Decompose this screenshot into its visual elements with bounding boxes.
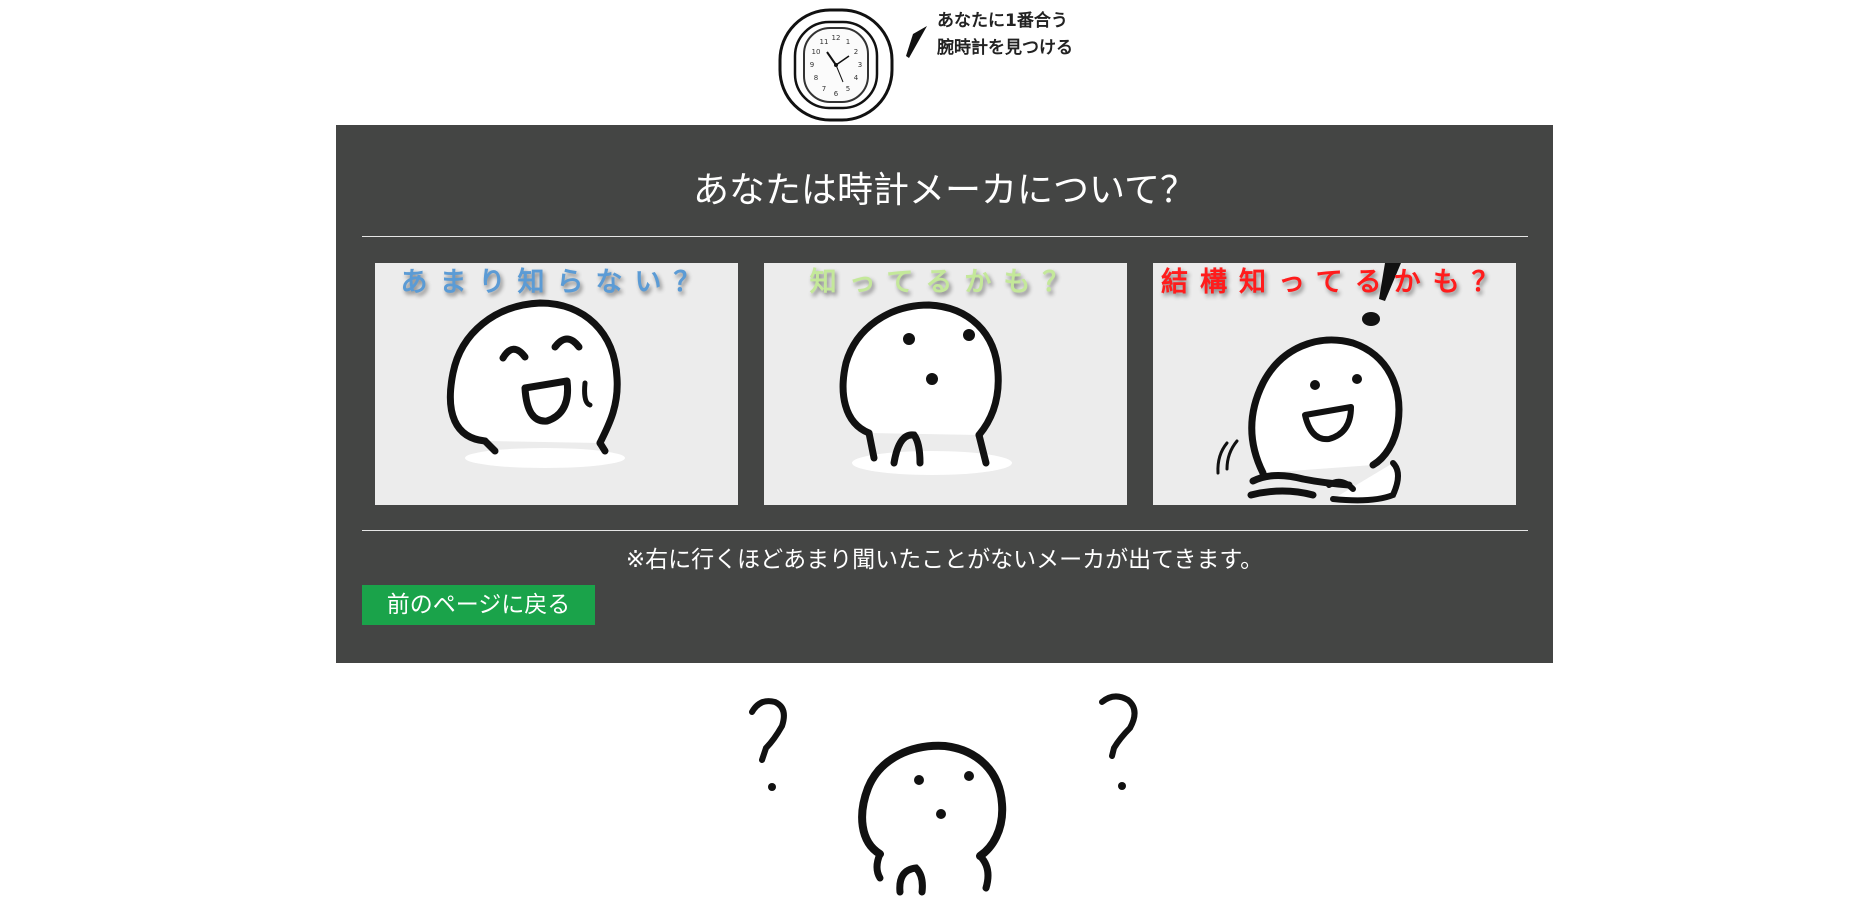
divider-bottom bbox=[362, 530, 1528, 531]
clock-numeral-10: 10 bbox=[812, 48, 821, 56]
option-cards: あまり知らない？ 知ってるかも？ 結構知ってるかも？ bbox=[375, 263, 1517, 505]
maker-knowledge-panel: あなたは時計メーカについて？ あまり知らない？ 知ってるかも？ 結構知ってるかも… bbox=[336, 125, 1553, 663]
option-card-very-familiar[interactable]: 結構知ってるかも？ bbox=[1153, 263, 1516, 505]
clock-numeral-1: 1 bbox=[846, 38, 850, 46]
logo-tagline: あなたに1番合う 腕時計を見つける bbox=[937, 8, 1073, 62]
option-label-not-familiar: あまり知らない？ bbox=[400, 267, 713, 298]
clock-numeral-4: 4 bbox=[854, 74, 859, 82]
page: 12 1 2 3 4 5 6 7 8 9 10 11 あなたに1番合う 腕時計を… bbox=[0, 0, 1862, 921]
logo-tagline-line-2: 腕時計を見つける bbox=[937, 38, 1073, 58]
clock-numeral-7: 7 bbox=[822, 85, 826, 93]
page-title: あなたは時計メーカについて？ bbox=[693, 170, 1196, 211]
clock-numeral-9: 9 bbox=[810, 61, 814, 69]
clock-numeral-8: 8 bbox=[814, 74, 818, 82]
site-logo[interactable]: 12 1 2 3 4 5 6 7 8 9 10 11 あなたに1番合う 腕時計を… bbox=[777, 6, 1107, 124]
divider-top bbox=[362, 236, 1528, 237]
maker-order-note: ※右に行くほどあまり聞いたことがないメーカが出てきます。 bbox=[625, 547, 1264, 573]
option-label-very-familiar: 結構知ってるかも？ bbox=[1161, 267, 1511, 298]
clock-numeral-6: 6 bbox=[834, 90, 839, 98]
option-card-not-familiar[interactable]: あまり知らない？ bbox=[375, 263, 738, 505]
back-button[interactable]: 前のページに戻る bbox=[362, 585, 595, 625]
clock-numeral-12: 12 bbox=[832, 34, 841, 42]
option-card-somewhat-familiar[interactable]: 知ってるかも？ bbox=[764, 263, 1127, 505]
confused-character-icon bbox=[749, 693, 1138, 896]
clock-numeral-3: 3 bbox=[858, 61, 862, 69]
clock-numeral-11: 11 bbox=[820, 38, 829, 46]
clock-numeral-2: 2 bbox=[854, 48, 858, 56]
option-label-somewhat-familiar: 知ってるかも？ bbox=[809, 267, 1082, 298]
logo-tagline-line-1: あなたに1番合う bbox=[937, 11, 1068, 31]
clock-numeral-5: 5 bbox=[846, 85, 850, 93]
